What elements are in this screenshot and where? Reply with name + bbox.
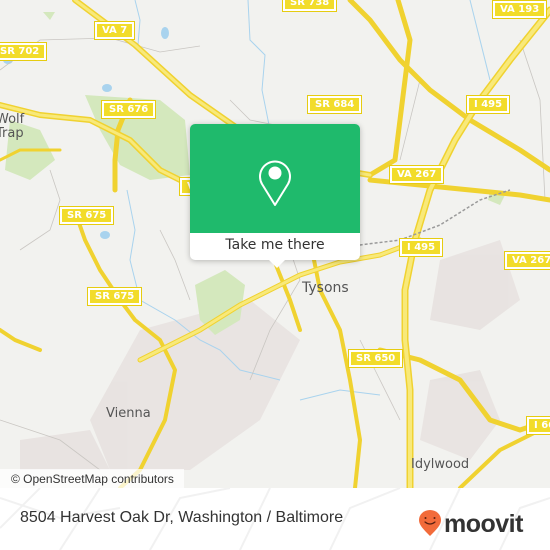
take-me-there-button[interactable]: Take me there (190, 233, 360, 260)
road-shield: SR 675 (58, 206, 115, 225)
road-shield: VA 7 (93, 21, 136, 40)
road-shield: VA 267 (503, 251, 550, 270)
footer: 8504 Harvest Oak Dr, Washington / Baltim… (0, 488, 550, 550)
location-pin-icon (259, 160, 291, 206)
road-shield: SR 650 (347, 349, 404, 368)
osm-attribution[interactable]: © OpenStreetMap contributors (0, 469, 184, 488)
place-label: Wolf (0, 112, 25, 127)
road-shield: SR 675 (86, 287, 143, 306)
moovit-wordmark: moovit (444, 509, 523, 538)
address-text: 8504 Harvest Oak Dr, Washington / Baltim… (20, 509, 344, 526)
moovit-logo[interactable]: moovit (418, 510, 523, 537)
road-shield: VA 193 (491, 0, 548, 19)
location-popup: Take me there (190, 124, 360, 268)
moovit-smiley-pin-icon (419, 510, 441, 536)
road-shield: SR 702 (0, 42, 48, 61)
popup-tail (269, 260, 285, 268)
road-shield: SR 684 (306, 95, 363, 114)
place-label: Tysons (302, 280, 349, 296)
urban-areas (20, 240, 520, 470)
place-label: Vienna (106, 406, 151, 421)
road-shield: SR 676 (100, 100, 157, 119)
road-shield: SR 738 (281, 0, 338, 12)
road-shield: I 495 (465, 95, 511, 114)
road-shield: VA 267 (388, 165, 445, 184)
place-label: Idylwood (411, 457, 470, 472)
map[interactable]: VA 7 SR 738 VA 193 SR 702 SR 676 SR 684 … (0, 0, 550, 488)
road-shield: I 66 (525, 416, 550, 435)
popup-header (190, 124, 360, 233)
road-shield: I 495 (398, 238, 444, 257)
place-label: Trap (0, 126, 24, 141)
